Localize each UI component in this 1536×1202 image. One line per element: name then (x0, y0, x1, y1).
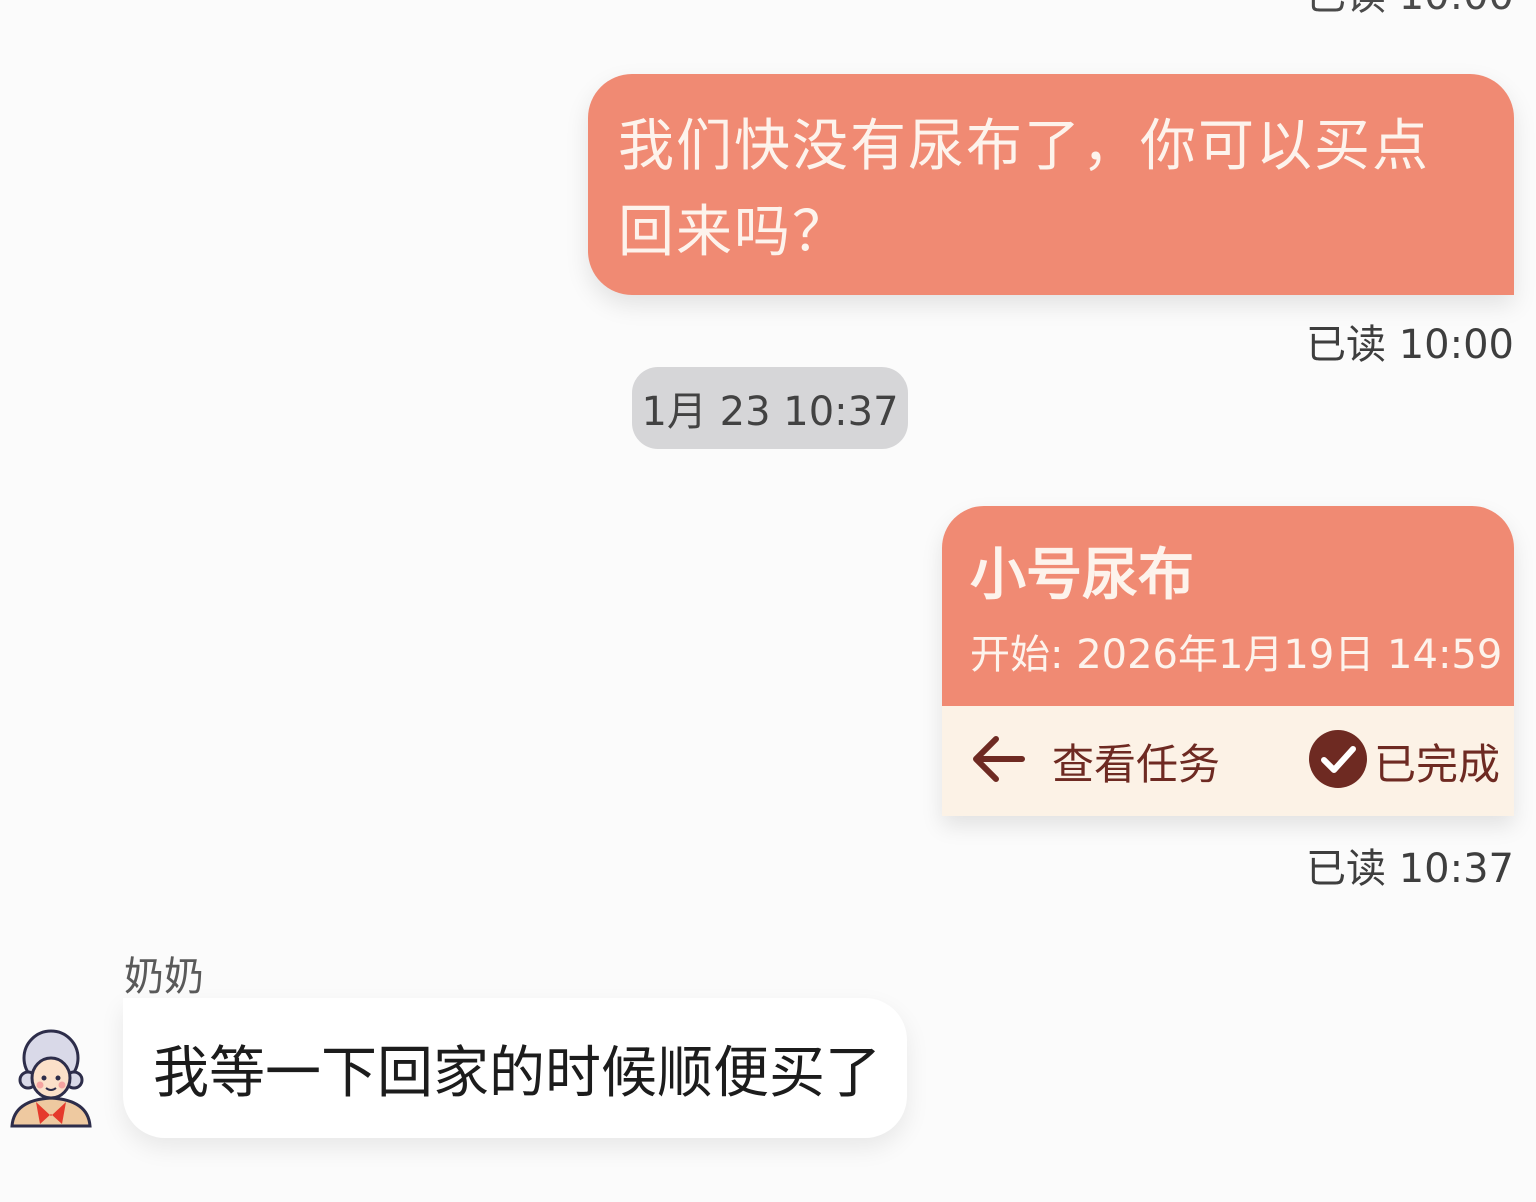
task-card-footer: 查看任务 已完成 (942, 706, 1514, 816)
date-divider-text: 1月 23 10:37 (641, 389, 899, 435)
task-card-header: 小号尿布 开始: 2026年1月19日 14:59 (942, 506, 1514, 706)
outgoing-message-bubble[interactable]: 我们快没有尿布了，你可以买点回来吗？ (588, 74, 1514, 295)
task-start-time: 开始: 2026年1月19日 14:59 (970, 632, 1503, 678)
outgoing-message-text: 我们快没有尿布了，你可以买点回来吗？ (618, 114, 1430, 265)
arrow-left-icon (968, 729, 1028, 793)
completed-label: 已完成 (1373, 739, 1500, 789)
read-status: 已读 10:00 (1306, 322, 1514, 368)
read-status-top: 已读 10:00 (1306, 0, 1514, 16)
chat-window: 已读 10:00 我们快没有尿布了，你可以买点回来吗？ 已读 10:00 1月 … (0, 0, 1536, 1202)
view-task-button[interactable]: 查看任务 (968, 729, 1220, 793)
task-card[interactable]: 小号尿布 开始: 2026年1月19日 14:59 查看任务 已完成 (942, 506, 1514, 816)
incoming-message-bubble[interactable]: 我等一下回家的时候顺便买了 (123, 998, 907, 1138)
grandma-avatar-icon[interactable] (6, 1028, 96, 1128)
read-status: 已读 10:37 (1306, 846, 1514, 892)
view-task-label: 查看任务 (1052, 739, 1221, 789)
check-circle-icon (1308, 729, 1368, 793)
task-title: 小号尿布 (970, 543, 1194, 608)
incoming-message-text: 我等一下回家的时候顺便买了 (153, 1040, 881, 1106)
sender-name: 奶奶 (124, 954, 204, 1000)
task-completed-button[interactable]: 已完成 (1308, 729, 1500, 793)
date-divider: 1月 23 10:37 (632, 367, 908, 449)
